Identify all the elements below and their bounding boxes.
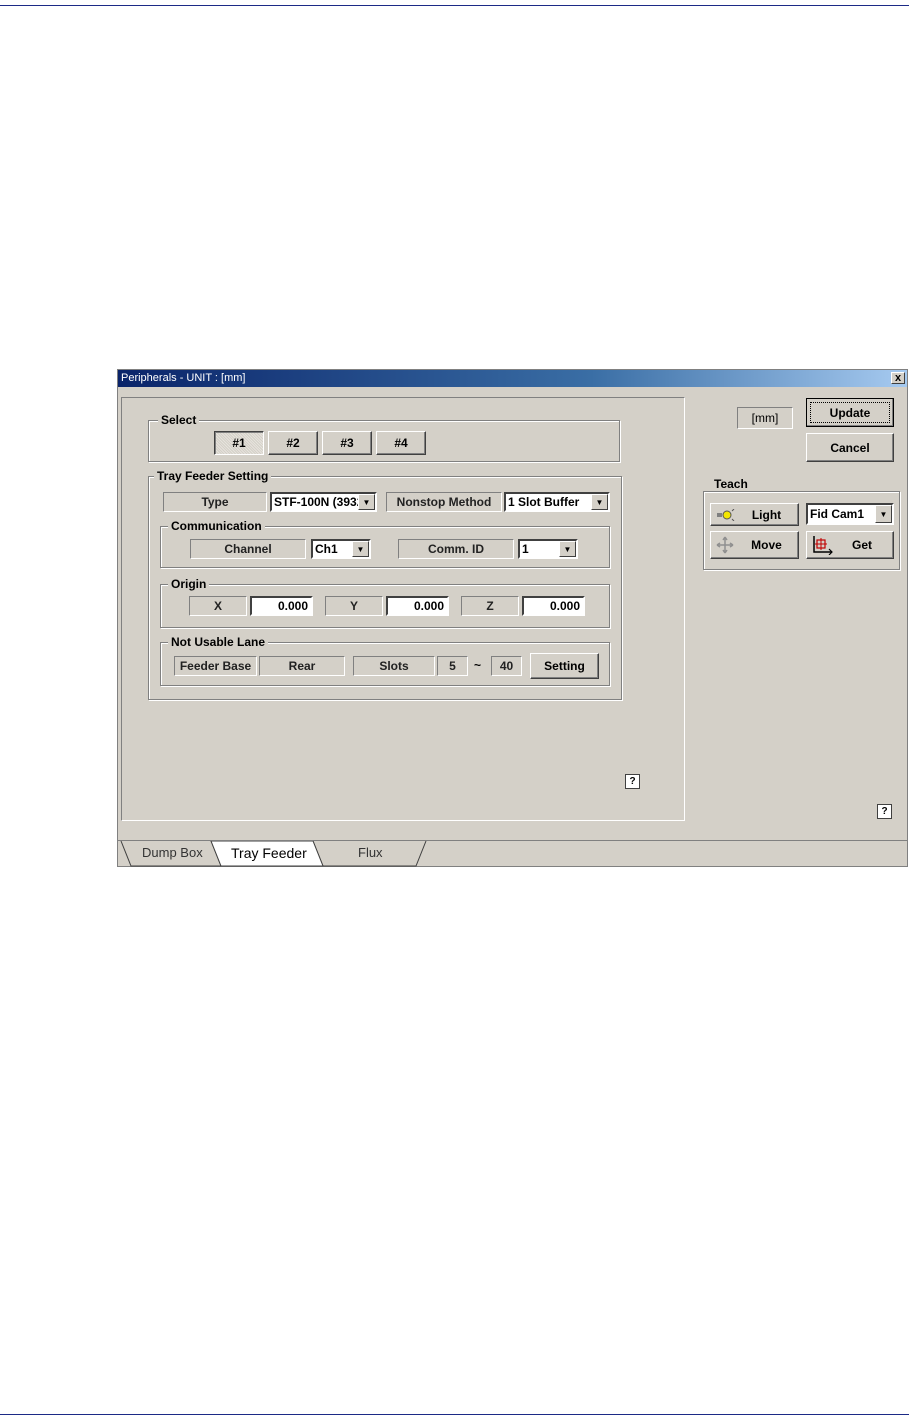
lane-setting-button[interactable]: Setting	[530, 653, 599, 679]
slot-to-value[interactable]: 40	[491, 656, 522, 676]
comm-id-select[interactable]: 1 ▼	[518, 539, 578, 559]
camera-select[interactable]: Fid Cam1 ▼	[806, 503, 894, 525]
origin-y-label: Y	[325, 596, 383, 616]
type-label: Type	[163, 492, 267, 512]
get-button-label: Get	[851, 538, 872, 552]
origin-z-input[interactable]: 0.000	[522, 596, 585, 616]
move-arrows-icon	[716, 536, 734, 554]
chevron-down-icon[interactable]: ▼	[352, 541, 369, 557]
tab-strip: Dump Box Tray Feeder Flux	[118, 840, 907, 867]
channel-label: Channel	[190, 539, 306, 559]
nonstop-method-select[interactable]: 1 Slot Buffer ▼	[504, 492, 610, 512]
light-button[interactable]: Light	[710, 503, 799, 526]
type-select-value: STF-100N (3932	[274, 495, 359, 509]
origin-y-input[interactable]: 0.000	[386, 596, 449, 616]
origin-group-label: Origin	[168, 577, 210, 591]
peripherals-window: Peripherals - UNIT : [mm] x Select #1 #2…	[117, 369, 908, 867]
bottom-rule	[0, 1414, 909, 1415]
select-button-2[interactable]: #2	[268, 431, 318, 455]
close-button[interactable]: x	[891, 372, 905, 384]
help-icon[interactable]: ?	[625, 774, 640, 789]
comm-id-label: Comm. ID	[398, 539, 514, 559]
communication-group-label: Communication	[168, 519, 265, 533]
top-rule	[0, 5, 909, 6]
get-position-icon	[813, 536, 833, 555]
move-button-label: Move	[751, 538, 782, 552]
origin-z-label: Z	[461, 596, 519, 616]
window-title: Peripherals - UNIT : [mm]	[121, 372, 246, 384]
select-group-label: Select	[158, 413, 200, 427]
channel-select[interactable]: Ch1 ▼	[311, 539, 371, 559]
light-bulb-icon	[717, 509, 735, 521]
not-usable-lane-group-label: Not Usable Lane	[168, 635, 269, 649]
title-bar: Peripherals - UNIT : [mm] x	[118, 370, 907, 387]
tray-feeder-group-label: Tray Feeder Setting	[154, 469, 272, 483]
chevron-down-icon[interactable]: ▼	[559, 541, 576, 557]
light-button-label: Light	[751, 507, 782, 522]
type-select[interactable]: STF-100N (3932 ▼	[270, 492, 377, 512]
help-icon[interactable]: ?	[877, 804, 892, 819]
unit-indicator: [mm]	[737, 407, 793, 429]
nonstop-method-value: 1 Slot Buffer	[508, 495, 580, 509]
slots-label: Slots	[353, 656, 435, 676]
update-button[interactable]: Update	[806, 398, 894, 427]
tab-dump-box[interactable]: Dump Box	[142, 845, 203, 860]
select-button-1[interactable]: #1	[214, 431, 264, 455]
select-button-3[interactable]: #3	[322, 431, 372, 455]
teach-group-label: Teach	[711, 477, 751, 491]
settings-panel: Select #1 #2 #3 #4 Tray Feeder Setting T…	[121, 397, 685, 821]
tab-tray-feeder[interactable]: Tray Feeder	[231, 845, 307, 861]
feeder-base-label: Feeder Base	[174, 656, 257, 676]
slot-from-value[interactable]: 5	[437, 656, 468, 676]
chevron-down-icon[interactable]: ▼	[358, 494, 375, 510]
chevron-down-icon[interactable]: ▼	[591, 494, 608, 510]
comm-id-value: 1	[522, 542, 529, 556]
get-button[interactable]: Get	[806, 531, 894, 559]
move-button[interactable]: Move	[710, 531, 799, 559]
chevron-down-icon[interactable]: ▼	[875, 505, 892, 523]
tab-flux[interactable]: Flux	[358, 845, 383, 860]
origin-x-label: X	[189, 596, 247, 616]
channel-value: Ch1	[315, 542, 338, 556]
camera-select-value: Fid Cam1	[810, 507, 865, 521]
slot-range-tilde: ~	[474, 658, 482, 672]
origin-x-input[interactable]: 0.000	[250, 596, 313, 616]
cancel-button[interactable]: Cancel	[806, 433, 894, 462]
feeder-base-value[interactable]: Rear	[259, 656, 345, 676]
nonstop-method-label: Nonstop Method	[386, 492, 502, 512]
select-button-4[interactable]: #4	[376, 431, 426, 455]
